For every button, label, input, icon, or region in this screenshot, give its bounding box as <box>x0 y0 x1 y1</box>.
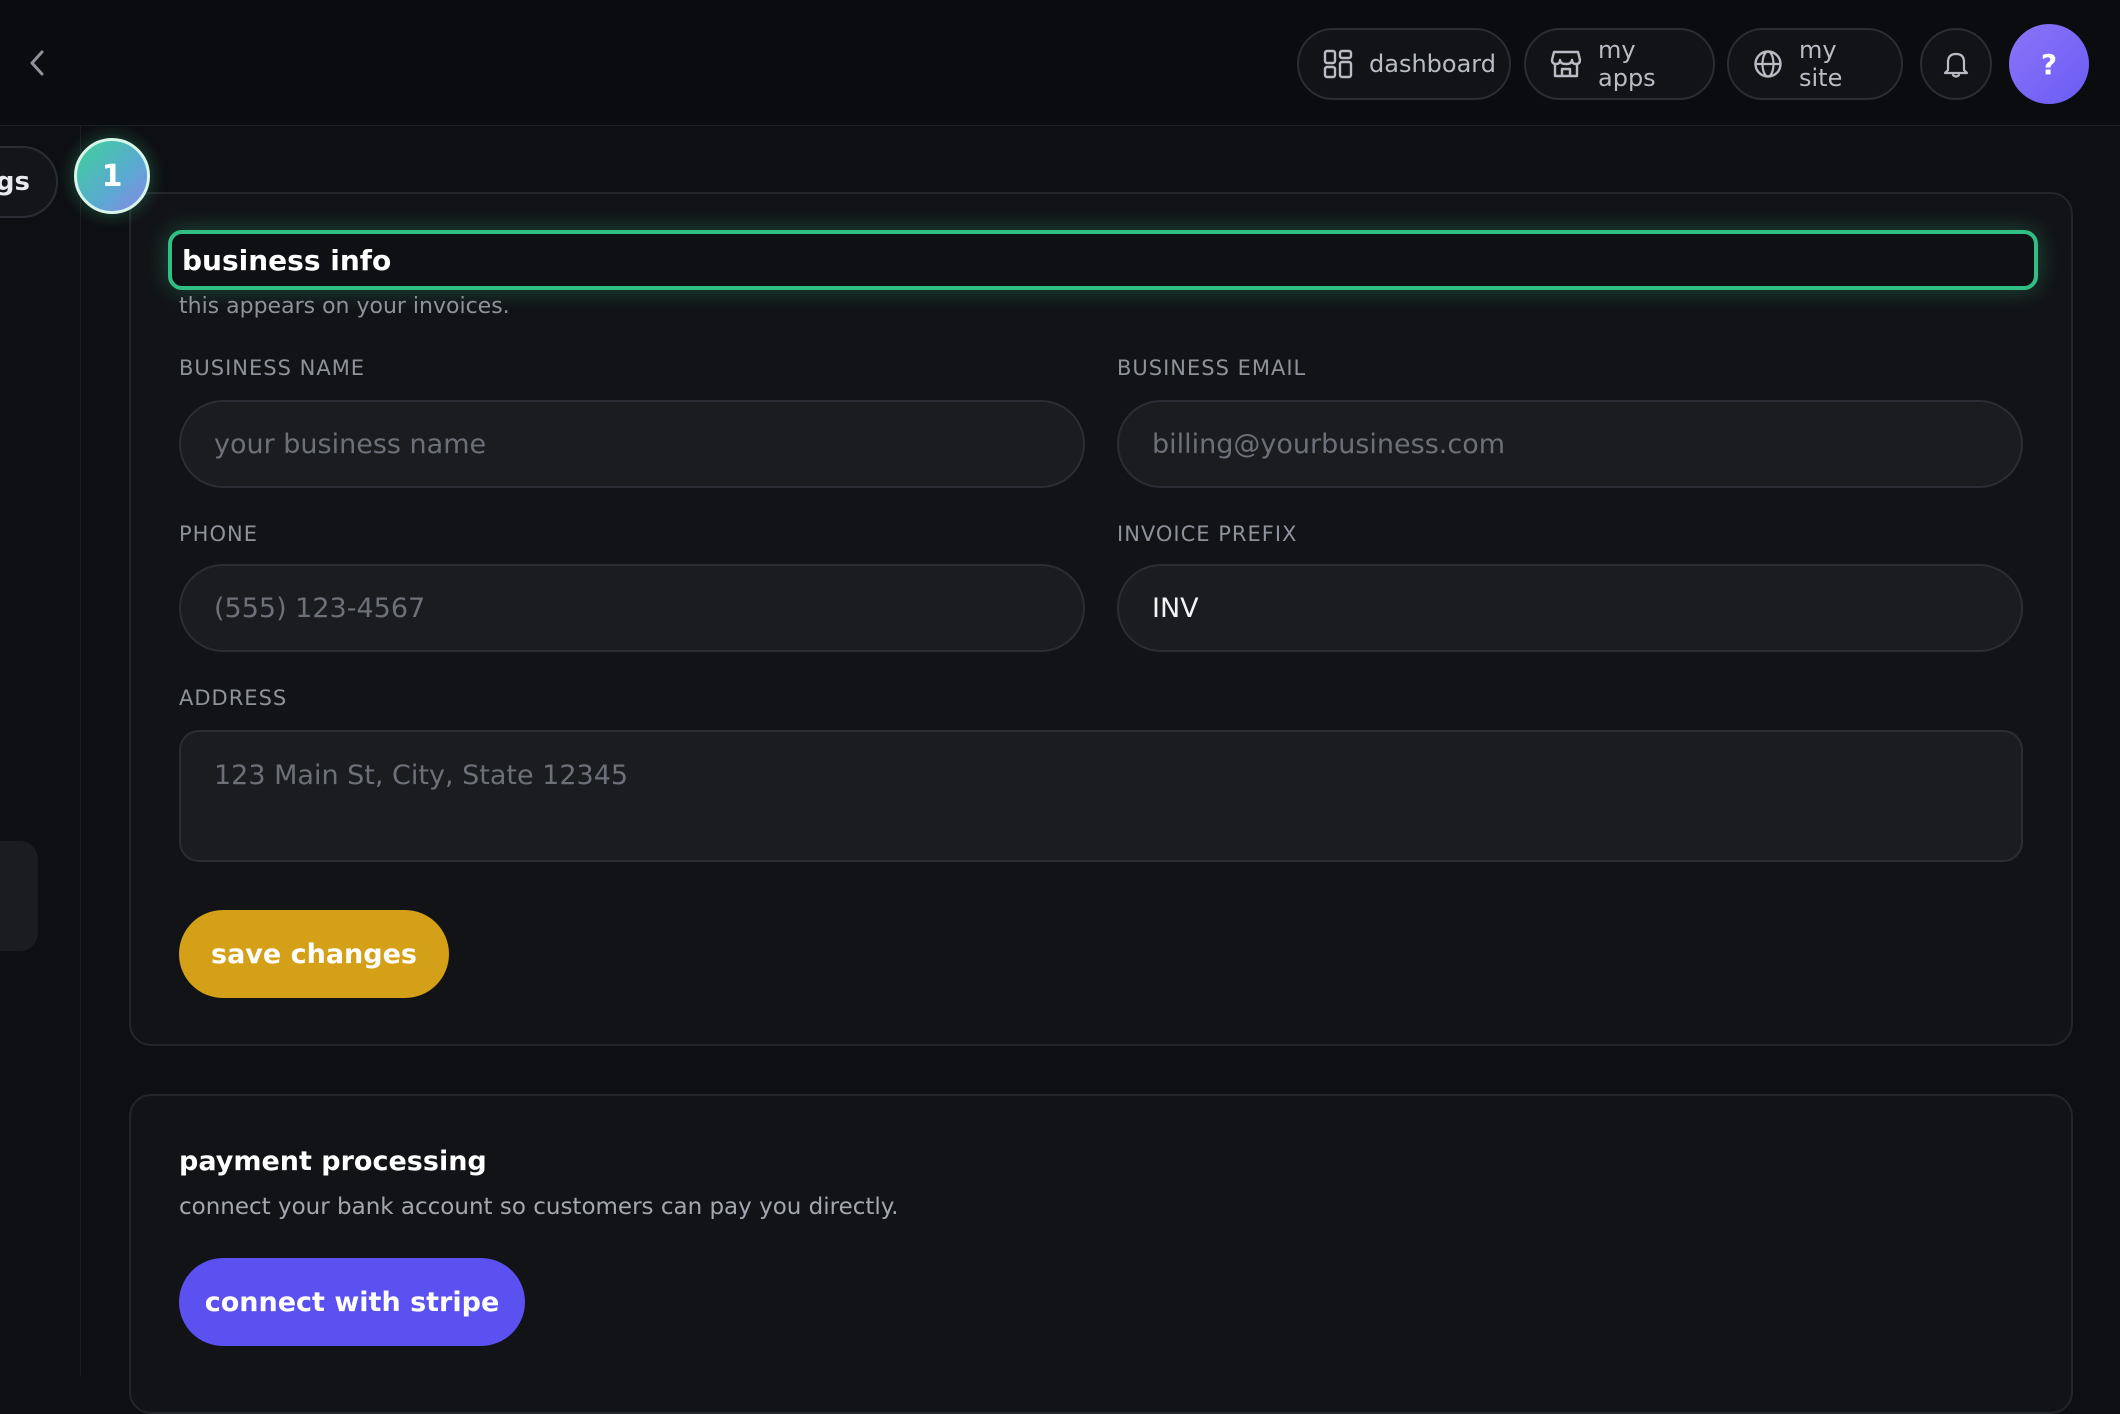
top-bar: dashboard my apps my site ? <box>0 0 2120 126</box>
payment-processing-subtitle: connect your bank account so customers c… <box>179 1194 899 1220</box>
connect-stripe-button[interactable]: connect with stripe <box>179 1258 525 1346</box>
grid-icon <box>1323 48 1353 80</box>
globe-icon <box>1753 48 1783 80</box>
save-changes-button[interactable]: save changes <box>179 910 449 998</box>
payment-processing-card: payment processing connect your bank acc… <box>129 1094 2073 1414</box>
invoice-prefix-label: INVOICE PREFIX <box>1117 522 1298 546</box>
nav-my-apps-label: my apps <box>1598 36 1656 92</box>
nav-dashboard-button[interactable]: dashboard <box>1297 28 1511 100</box>
sidebar-item-label: gs <box>0 167 30 197</box>
address-label: ADDRESS <box>179 686 288 710</box>
business-email-label: BUSINESS EMAIL <box>1117 356 1307 380</box>
business-info-title: business info <box>168 230 2038 290</box>
store-icon <box>1550 48 1582 80</box>
business-email-input[interactable]: billing@yourbusiness.com <box>1117 400 2023 488</box>
help-button[interactable]: ? <box>2009 24 2089 104</box>
back-button[interactable] <box>22 46 52 80</box>
address-textarea[interactable]: 123 Main St, City, State 12345 <box>179 730 2023 862</box>
nav-dashboard-label: dashboard <box>1369 50 1496 78</box>
bell-icon <box>1943 52 1969 78</box>
business-name-input[interactable]: your business name <box>179 400 1085 488</box>
step-number-badge: 1 <box>74 138 150 214</box>
notifications-button[interactable] <box>1920 28 1992 100</box>
nav-my-site-label: my site <box>1799 36 1843 92</box>
nav-my-apps-button[interactable]: my apps <box>1524 28 1715 100</box>
sidebar-divider <box>80 126 81 1376</box>
invoice-prefix-input[interactable]: INV <box>1117 564 2023 652</box>
chevron-left-icon <box>30 50 44 76</box>
sidebar-item-settings[interactable]: gs <box>0 146 58 218</box>
business-name-label: BUSINESS NAME <box>179 356 366 380</box>
business-info-subtitle: this appears on your invoices. <box>179 294 510 319</box>
nav-my-site-button[interactable]: my site <box>1727 28 1903 100</box>
sidebar-collapsed-panel <box>0 841 38 951</box>
business-info-card: business info this appears on your invoi… <box>129 192 2073 1046</box>
phone-input[interactable]: (555) 123-4567 <box>179 564 1085 652</box>
payment-processing-title: payment processing <box>179 1146 487 1177</box>
phone-label: PHONE <box>179 522 258 546</box>
